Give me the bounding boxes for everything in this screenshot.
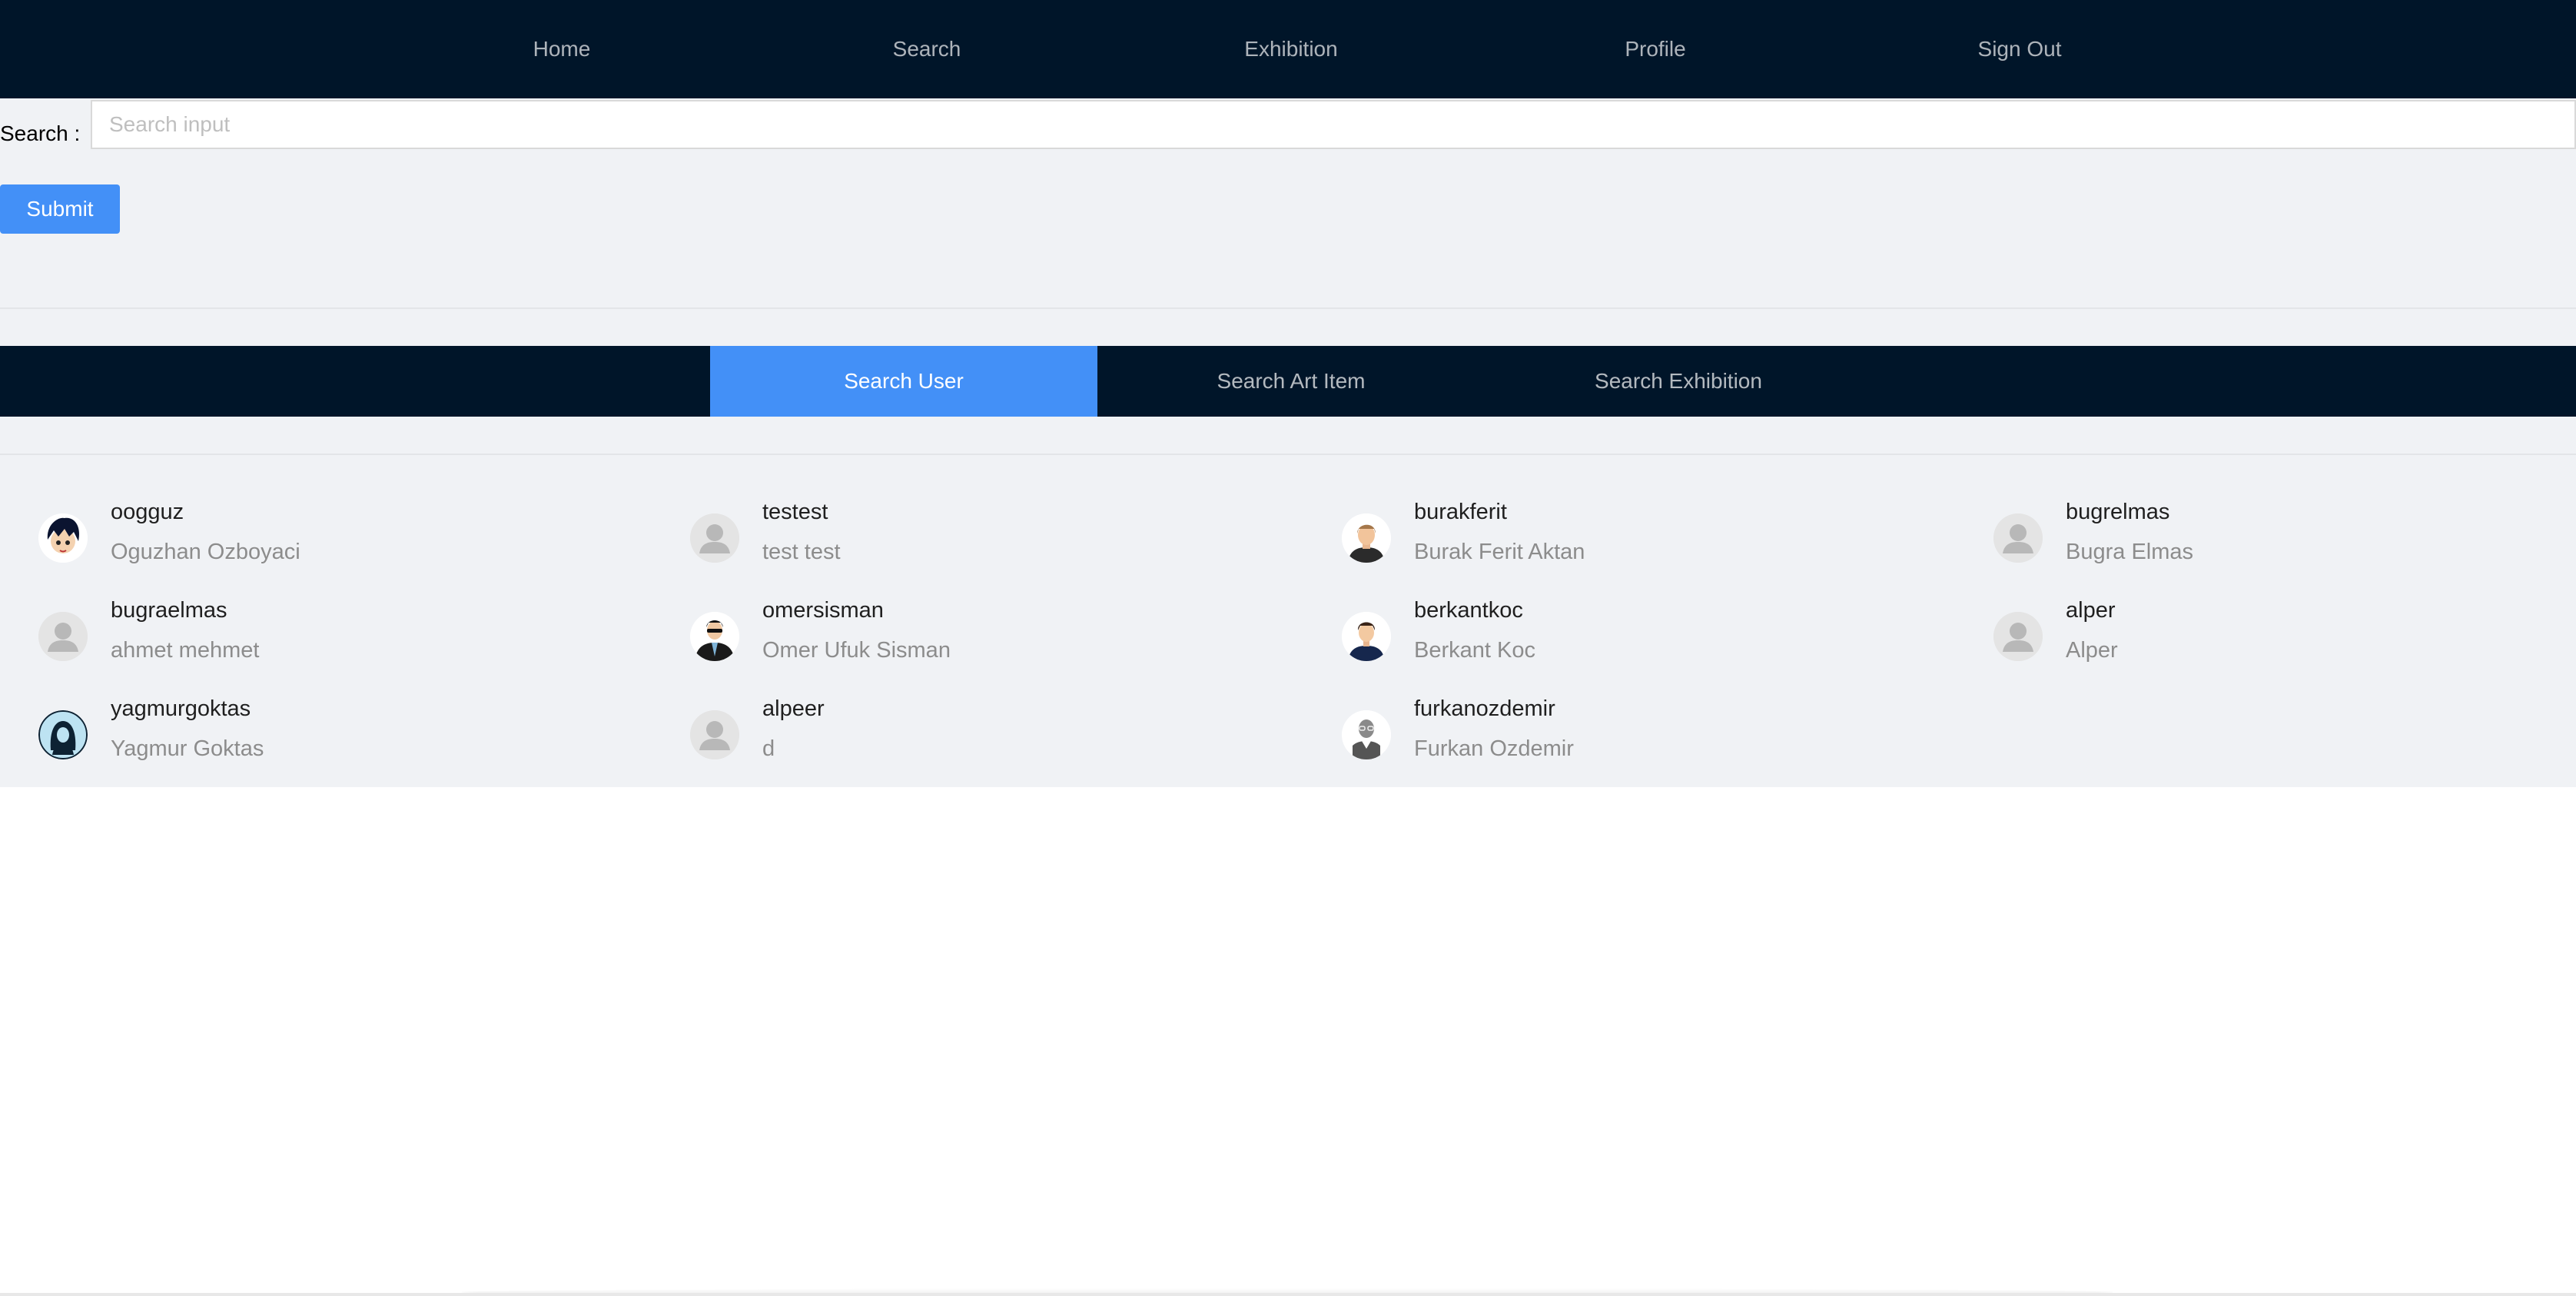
user-username: yagmurgoktas bbox=[111, 696, 251, 721]
tab-search-exhibition[interactable]: Search Exhibition bbox=[1485, 346, 1872, 417]
user-results-list: oogguz Oguzhan Ozboyaci testest test tes… bbox=[0, 417, 2576, 787]
user-list-item[interactable]: bugrelmas Bugra Elmas bbox=[1955, 486, 2554, 570]
user-fullname: Berkant Koc bbox=[1414, 638, 1535, 663]
nav-sign-out-link[interactable]: Sign Out bbox=[1904, 0, 2135, 98]
tab-search-art-item[interactable]: Search Art Item bbox=[1097, 346, 1485, 417]
user-list-item[interactable]: yagmurgoktas Yagmur Goktas bbox=[0, 683, 599, 767]
user-fullname: Bugra Elmas bbox=[2066, 540, 2194, 564]
woman-avatar-icon bbox=[38, 710, 88, 759]
user-fullname: d bbox=[762, 736, 775, 761]
user-list-item[interactable]: omersisman Omer Ufuk Sisman bbox=[652, 584, 1251, 669]
user-username: bugrelmas bbox=[2066, 500, 2170, 524]
search-form: Search : Submit bbox=[0, 98, 2576, 309]
search-input[interactable] bbox=[91, 100, 2576, 149]
user-list-item[interactable]: alper Alper bbox=[1955, 584, 2554, 669]
user-username: alpeer bbox=[762, 696, 825, 721]
top-navigation-bar: Home Search Exhibition Profile Sign Out bbox=[0, 0, 2576, 98]
anime-boy-icon bbox=[38, 513, 88, 563]
nav-search-link[interactable]: Search bbox=[812, 0, 1042, 98]
nav-profile-link[interactable]: Profile bbox=[1540, 0, 1771, 98]
default-user-icon bbox=[690, 513, 739, 563]
nav-home-link[interactable]: Home bbox=[446, 0, 677, 98]
user-username: alper bbox=[2066, 598, 2116, 623]
user-list-item[interactable]: burakferit Burak Ferit Aktan bbox=[1303, 486, 1903, 570]
man-suit-icon bbox=[1342, 612, 1391, 661]
user-username: berkantkoc bbox=[1414, 598, 1523, 623]
user-fullname: Omer Ufuk Sisman bbox=[762, 638, 951, 663]
default-user-icon bbox=[1993, 612, 2043, 661]
default-user-icon bbox=[690, 710, 739, 759]
page-bottom-edge bbox=[0, 1293, 2576, 1296]
user-fullname: test test bbox=[762, 540, 841, 564]
search-type-tabs: Search User Search Art Item Search Exhib… bbox=[0, 346, 2576, 417]
user-list-item[interactable]: alpeer d bbox=[652, 683, 1251, 767]
glasses-man-icon bbox=[1342, 710, 1391, 759]
user-username: oogguz bbox=[111, 500, 184, 524]
user-fullname: Alper bbox=[2066, 638, 2118, 663]
user-fullname: Furkan Ozdemir bbox=[1414, 736, 1574, 761]
tab-search-user[interactable]: Search User bbox=[710, 346, 1097, 417]
search-label: Search : bbox=[0, 121, 81, 145]
user-username: burakferit bbox=[1414, 500, 1507, 524]
default-user-icon bbox=[1993, 513, 2043, 563]
user-list-item[interactable]: testest test test bbox=[652, 486, 1251, 570]
user-fullname: ahmet mehmet bbox=[111, 638, 260, 663]
man-avatar-icon bbox=[1342, 513, 1391, 563]
user-fullname: Burak Ferit Aktan bbox=[1414, 540, 1585, 564]
user-list-item[interactable]: berkantkoc Berkant Koc bbox=[1303, 584, 1903, 669]
user-list-item[interactable]: bugraelmas ahmet mehmet bbox=[0, 584, 599, 669]
user-username: furkanozdemir bbox=[1414, 696, 1555, 721]
spacer bbox=[0, 309, 2576, 346]
user-fullname: Yagmur Goktas bbox=[111, 736, 264, 761]
user-username: bugraelmas bbox=[111, 598, 227, 623]
sunglasses-man-icon bbox=[690, 612, 739, 661]
submit-button[interactable]: Submit bbox=[0, 184, 120, 234]
user-username: testest bbox=[762, 500, 828, 524]
user-list-item[interactable]: furkanozdemir Furkan Ozdemir bbox=[1303, 683, 1903, 767]
user-username: omersisman bbox=[762, 598, 884, 623]
nav-exhibition-link[interactable]: Exhibition bbox=[1176, 0, 1406, 98]
user-fullname: Oguzhan Ozboyaci bbox=[111, 540, 300, 564]
divider bbox=[0, 454, 2576, 455]
user-list-item[interactable]: oogguz Oguzhan Ozboyaci bbox=[0, 486, 599, 570]
default-user-icon bbox=[38, 612, 88, 661]
